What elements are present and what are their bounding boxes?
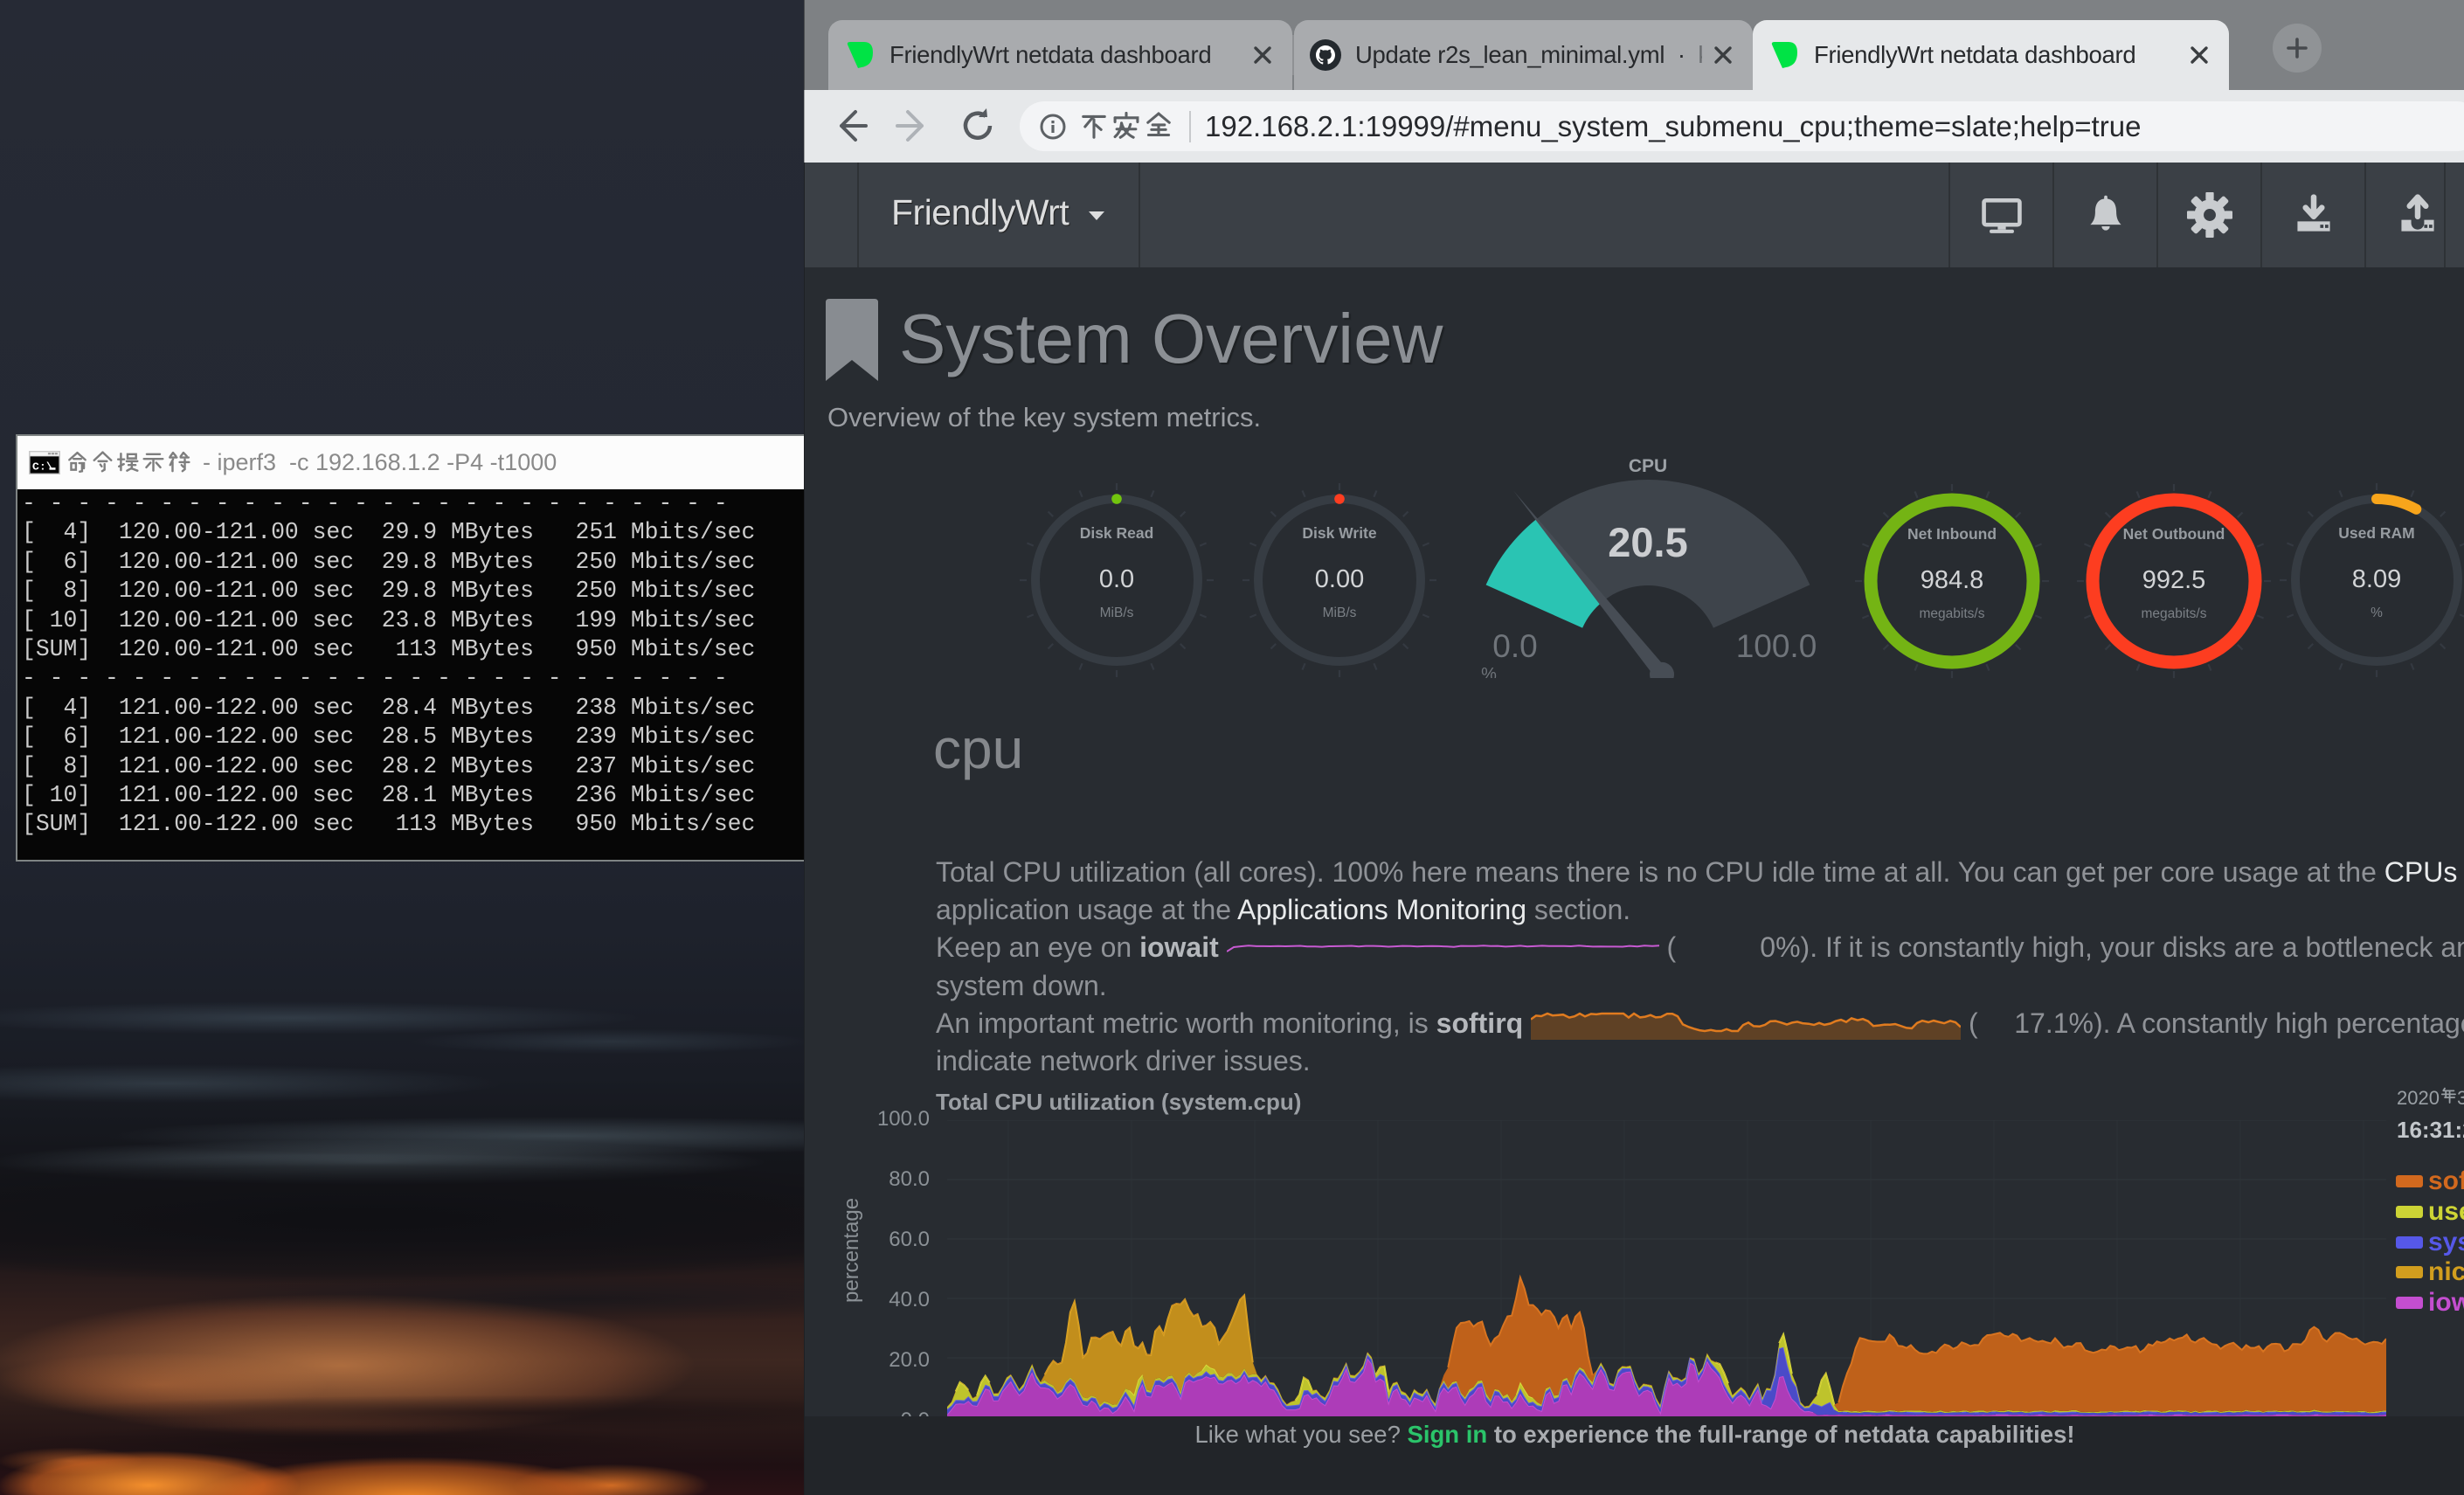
svg-text:MiB/s: MiB/s [1323,606,1357,620]
svg-text:0.0: 0.0 [1099,565,1134,593]
svg-text:992.5: 992.5 [2142,566,2206,594]
svg-text:%: % [2371,606,2383,620]
svg-text:100.0: 100.0 [1736,628,1817,664]
svg-text:984.8: 984.8 [1921,566,1984,594]
svg-text:C:\: C:\ [32,460,53,473]
svg-text:megabits/s: megabits/s [1920,606,1985,621]
svg-text:Disk Write: Disk Write [1302,524,1377,542]
svg-text:%: % [1481,665,1497,678]
svg-text:megabits/s: megabits/s [2142,606,2207,621]
svg-text:8.09: 8.09 [2352,565,2401,593]
svg-text:20.5: 20.5 [1608,519,1687,565]
svg-text:Disk Read: Disk Read [1080,524,1154,542]
svg-text:CPU: CPU [1629,456,1667,476]
svg-text:MiB/s: MiB/s [1100,606,1134,620]
svg-text:Used RAM: Used RAM [2338,524,2415,542]
svg-text:Net Outbound: Net Outbound [2123,525,2225,543]
svg-text:0.00: 0.00 [1315,565,1364,593]
svg-text:Net Inbound: Net Inbound [1907,525,1997,543]
svg-text:0.0: 0.0 [1492,628,1537,664]
